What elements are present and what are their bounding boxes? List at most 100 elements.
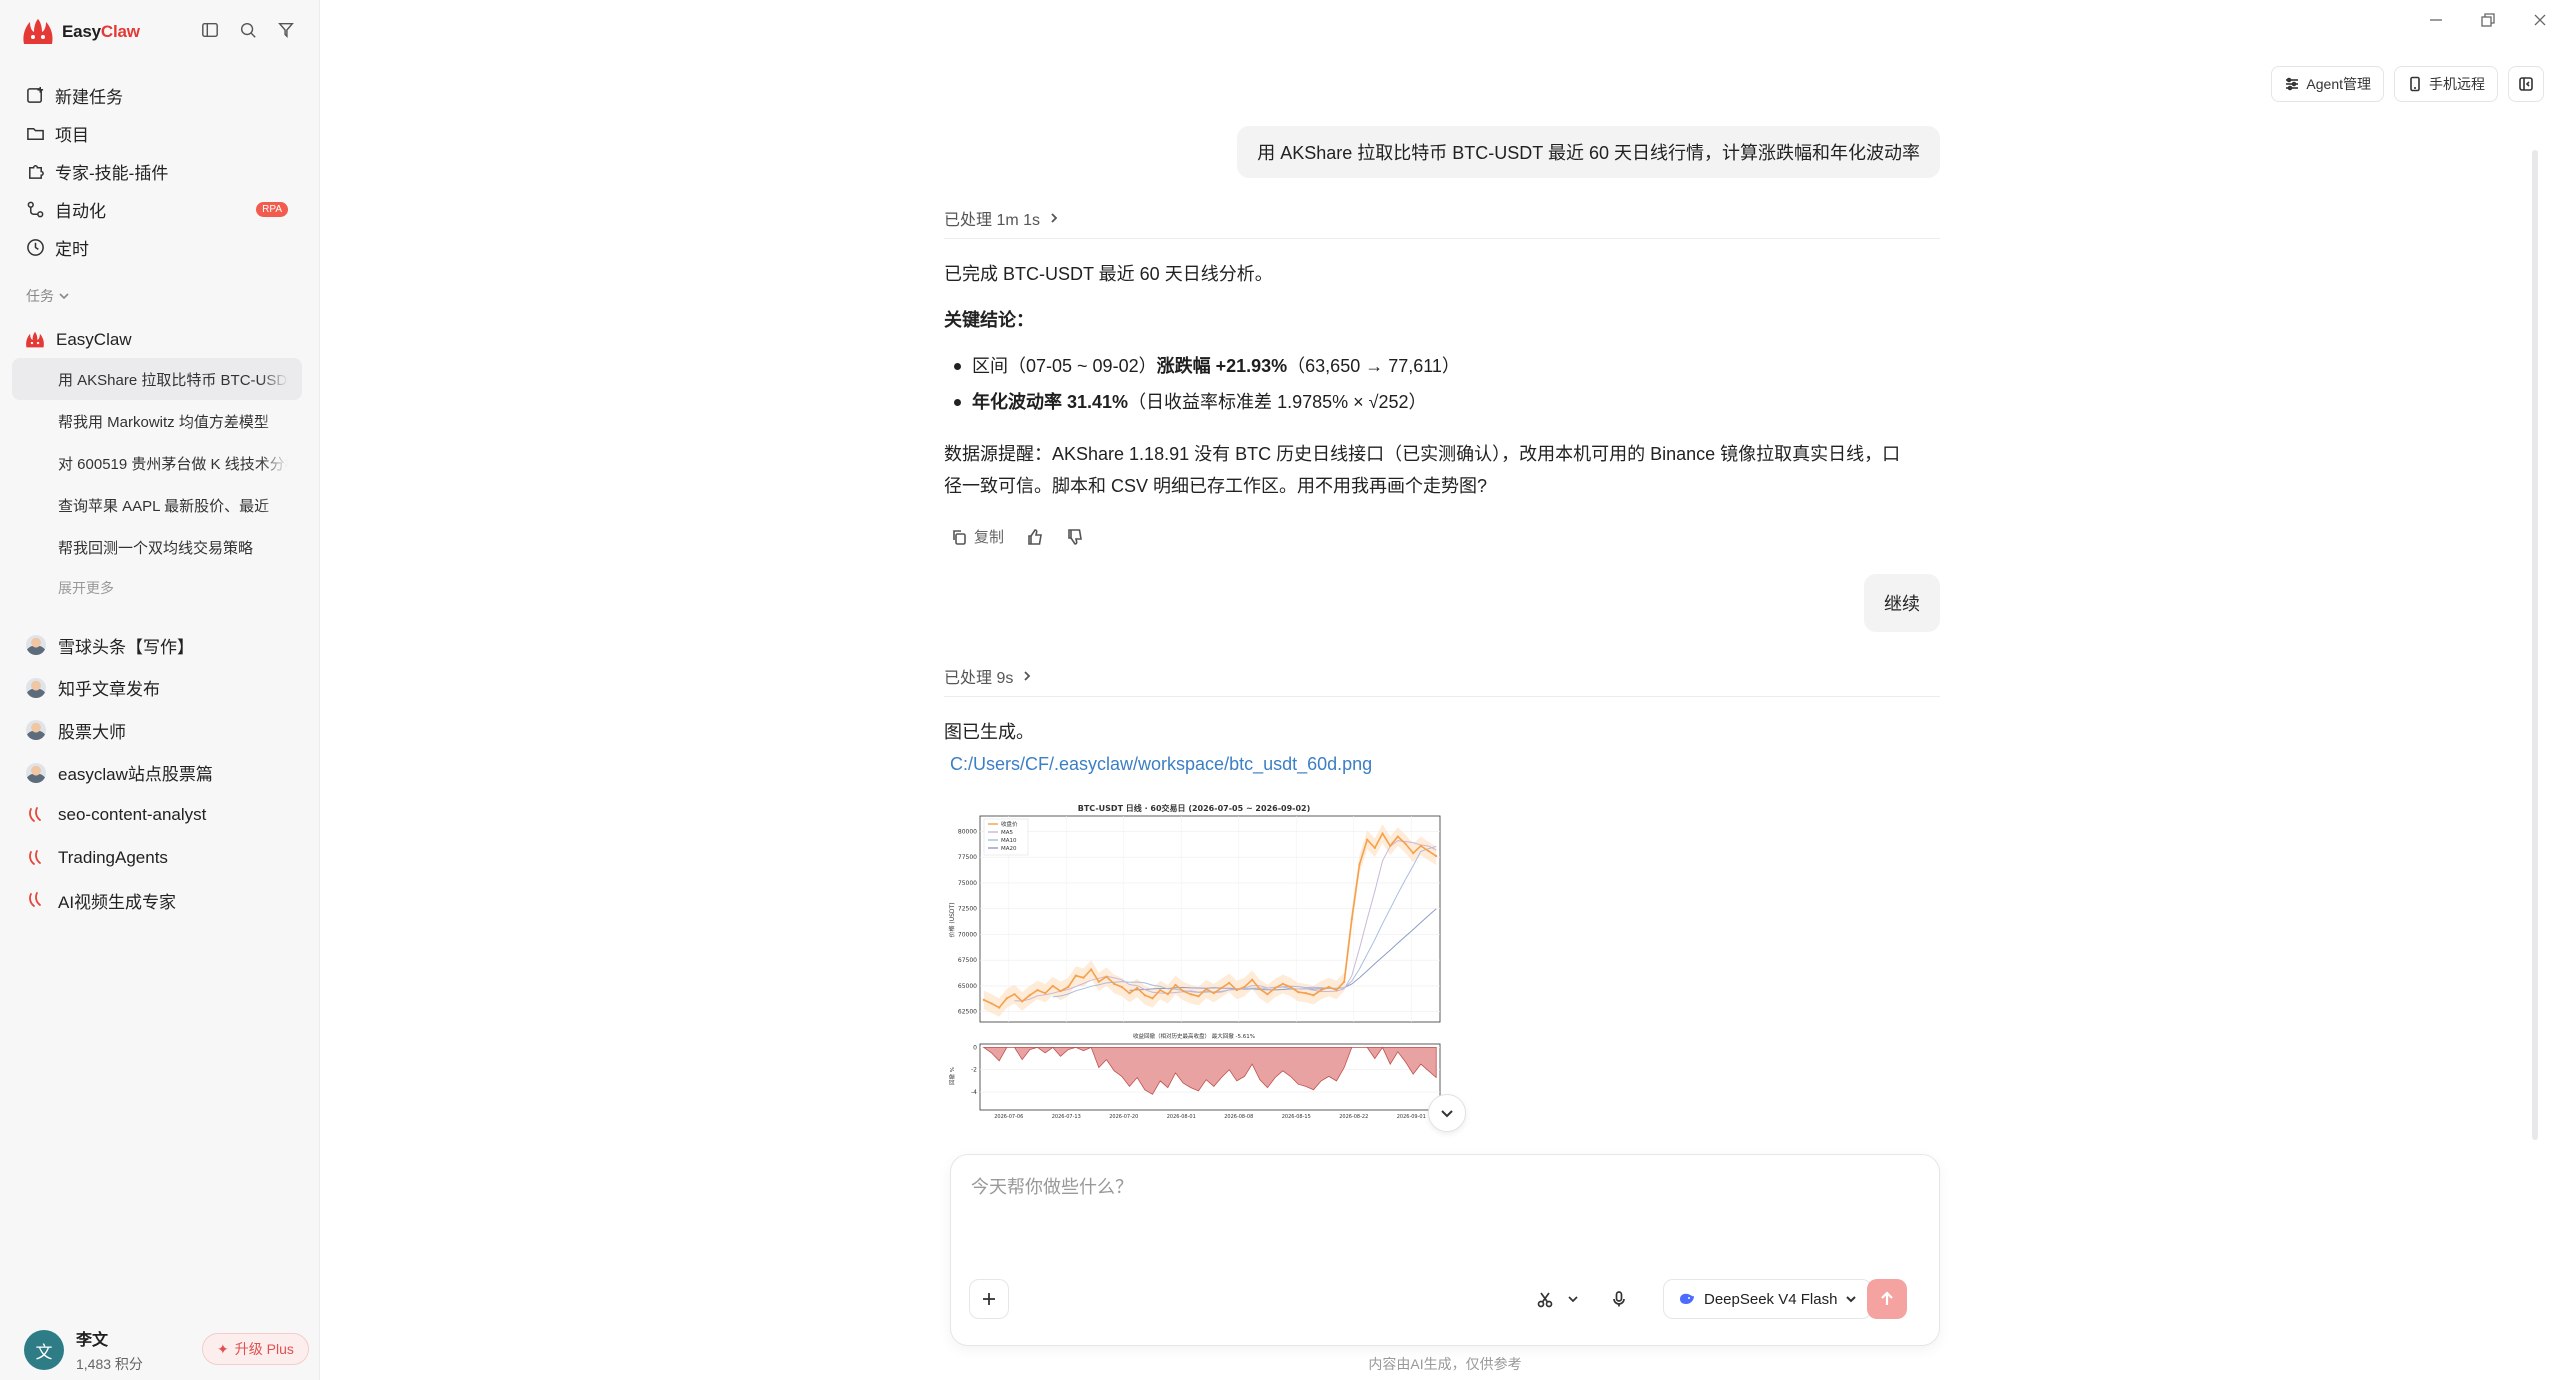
user-profile[interactable]: 文 李文 1,483 积分 xyxy=(24,1326,143,1374)
voice-input-button[interactable] xyxy=(1601,1279,1637,1319)
sliders-icon xyxy=(2286,77,2299,91)
chart-title: BTC-USDT 日线 · 60交易日 (2026-07-05 ~ 2026-0… xyxy=(1078,803,1311,813)
task-item[interactable]: 查询苹果 AAPL 最新股价、最近 xyxy=(12,484,302,526)
close-point xyxy=(1304,992,1307,995)
y-tick-label: 70000 xyxy=(958,931,977,938)
close-point xyxy=(1419,844,1422,847)
close-point xyxy=(1197,995,1200,998)
claw-agent-icon xyxy=(26,848,46,868)
y-tick-label: 75000 xyxy=(958,880,977,887)
agent-item[interactable]: 知乎文章发布 xyxy=(12,667,302,710)
x-tick-label: 2026-08-15 xyxy=(1282,1114,1311,1120)
toggle-sidebar-icon[interactable] xyxy=(200,20,220,40)
copy-button[interactable]: 复制 xyxy=(950,526,1004,547)
phone-remote-button[interactable]: 手机远程 xyxy=(2394,66,2498,102)
filter-icon[interactable] xyxy=(276,20,296,40)
task-group-easyclaw: EasyClaw 用 AKShare 拉取比特币 BTC-USDT 最近 60 … xyxy=(12,322,302,608)
agent-item[interactable]: TradingAgents xyxy=(12,837,302,880)
sparkle-icon: ✦ xyxy=(217,1340,229,1357)
nav-new-task[interactable]: 新建任务 xyxy=(12,76,302,114)
agent-management-button[interactable]: Agent管理 xyxy=(2271,66,2384,102)
processed-toggle[interactable]: 已处理 1m 1s xyxy=(944,206,1060,230)
close-point xyxy=(1404,842,1407,845)
agent-item[interactable]: easyclaw站点股票篇 xyxy=(12,752,302,795)
group-header[interactable]: EasyClaw xyxy=(12,322,302,358)
scroll-to-bottom-button[interactable] xyxy=(1428,1094,1466,1132)
x-tick-label: 2026-07-20 xyxy=(1109,1114,1138,1120)
close-point xyxy=(1021,1000,1024,1003)
brand-name: EasyClaw xyxy=(62,22,140,41)
thumbs-down-button[interactable] xyxy=(1066,528,1084,546)
new-task-icon xyxy=(27,86,44,103)
nav-schedule[interactable]: 定时 xyxy=(12,228,302,266)
agent-avatar xyxy=(26,677,46,698)
agent-item[interactable]: 股票大师 xyxy=(12,709,302,752)
send-button[interactable] xyxy=(1867,1279,1907,1319)
close-point xyxy=(1266,993,1269,996)
close-point xyxy=(990,1002,993,1005)
nav-automation[interactable]: 自动化 RPA xyxy=(12,190,302,228)
search-icon[interactable] xyxy=(238,20,258,40)
drawdown-y-axis-label: 回撤 % xyxy=(948,1067,956,1085)
thumbs-up-button[interactable] xyxy=(1026,528,1044,546)
model-selector[interactable]: DeepSeek V4 Flash xyxy=(1663,1279,1873,1319)
nav-projects[interactable]: 项目 xyxy=(12,114,302,152)
close-point xyxy=(1013,993,1016,996)
task-item[interactable]: 帮我用 Markowitz 均值方差模型 xyxy=(12,400,302,442)
tools-button[interactable] xyxy=(1529,1279,1561,1319)
close-point xyxy=(1358,863,1361,866)
task-item[interactable]: 帮我回测一个双均线交易策略 xyxy=(12,526,302,568)
agent-avatar xyxy=(26,762,46,783)
scrollbar[interactable] xyxy=(2532,150,2538,1140)
close-point xyxy=(1396,835,1399,838)
restore-icon[interactable] xyxy=(2480,12,2496,33)
user-message: 继续 xyxy=(1864,574,1940,632)
task-item-active[interactable]: 用 AKShare 拉取比特币 BTC-USDT 最近 60 天日线行情 xyxy=(12,358,302,400)
minimize-icon[interactable] xyxy=(2428,12,2444,33)
close-point xyxy=(1044,992,1047,995)
microphone-icon xyxy=(1613,1291,1625,1307)
agent-avatar xyxy=(26,635,46,656)
close-point xyxy=(1343,980,1346,983)
agent-avatar xyxy=(26,720,46,741)
close-point xyxy=(1228,981,1231,984)
divider xyxy=(944,238,1940,239)
agent-item[interactable]: seo-content-analyst xyxy=(12,794,302,837)
clock-icon xyxy=(27,238,44,256)
scissors-icon xyxy=(1537,1292,1553,1308)
top-toolbar: Agent管理 手机远程 xyxy=(2271,66,2544,102)
agent-item[interactable]: AI视频生成专家 xyxy=(12,879,302,922)
chevron-right-icon xyxy=(1024,671,1031,681)
upgrade-plus-button[interactable]: ✦ 升级 Plus xyxy=(202,1333,309,1365)
ai-disclaimer: 内容由AI生成，仅供参考 xyxy=(1368,1356,1522,1372)
close-icon[interactable] xyxy=(2532,12,2548,33)
brand[interactable]: EasyClaw xyxy=(20,16,140,48)
agent-item[interactable]: 雪球头条【写作】 xyxy=(12,624,302,667)
task-item[interactable]: 对 600519 贵州茅台做 K 线技术分析 xyxy=(12,442,302,484)
close-point xyxy=(1389,844,1392,847)
drawdown-y-tick-label: -4 xyxy=(971,1089,977,1096)
image-file-link[interactable]: C:/Users/CF/.easyclaw/workspace/btc_usdt… xyxy=(950,754,1372,775)
tasks-section-toggle[interactable]: 任务 xyxy=(26,286,70,306)
nav-experts[interactable]: 专家-技能-插件 xyxy=(12,152,302,190)
close-point xyxy=(1212,992,1215,995)
close-point xyxy=(1105,975,1108,978)
thumbs-down-icon xyxy=(1068,528,1082,545)
panel-toggle-button[interactable] xyxy=(2508,66,2544,102)
close-point xyxy=(1166,993,1169,996)
close-point xyxy=(1412,851,1415,855)
message-actions: 复制 xyxy=(950,526,1084,547)
processed-toggle[interactable]: 已处理 9s xyxy=(944,664,1033,688)
show-more-link[interactable]: 展开更多 xyxy=(12,568,302,608)
close-point xyxy=(998,1006,1001,1009)
legend-label: MA10 xyxy=(1001,838,1017,844)
chart-image[interactable]: BTC-USDT 日线 · 60交易日 (2026-07-05 ~ 2026-0… xyxy=(944,800,1444,1120)
x-tick-label: 2026-08-22 xyxy=(1339,1114,1368,1120)
tools-dropdown[interactable] xyxy=(1561,1279,1585,1319)
attach-button[interactable] xyxy=(969,1279,1009,1319)
close-point xyxy=(1097,980,1100,983)
message-input[interactable] xyxy=(971,1173,1911,1263)
close-point xyxy=(1005,997,1008,1000)
y-tick-label: 77500 xyxy=(958,854,977,861)
close-point xyxy=(1120,985,1123,989)
